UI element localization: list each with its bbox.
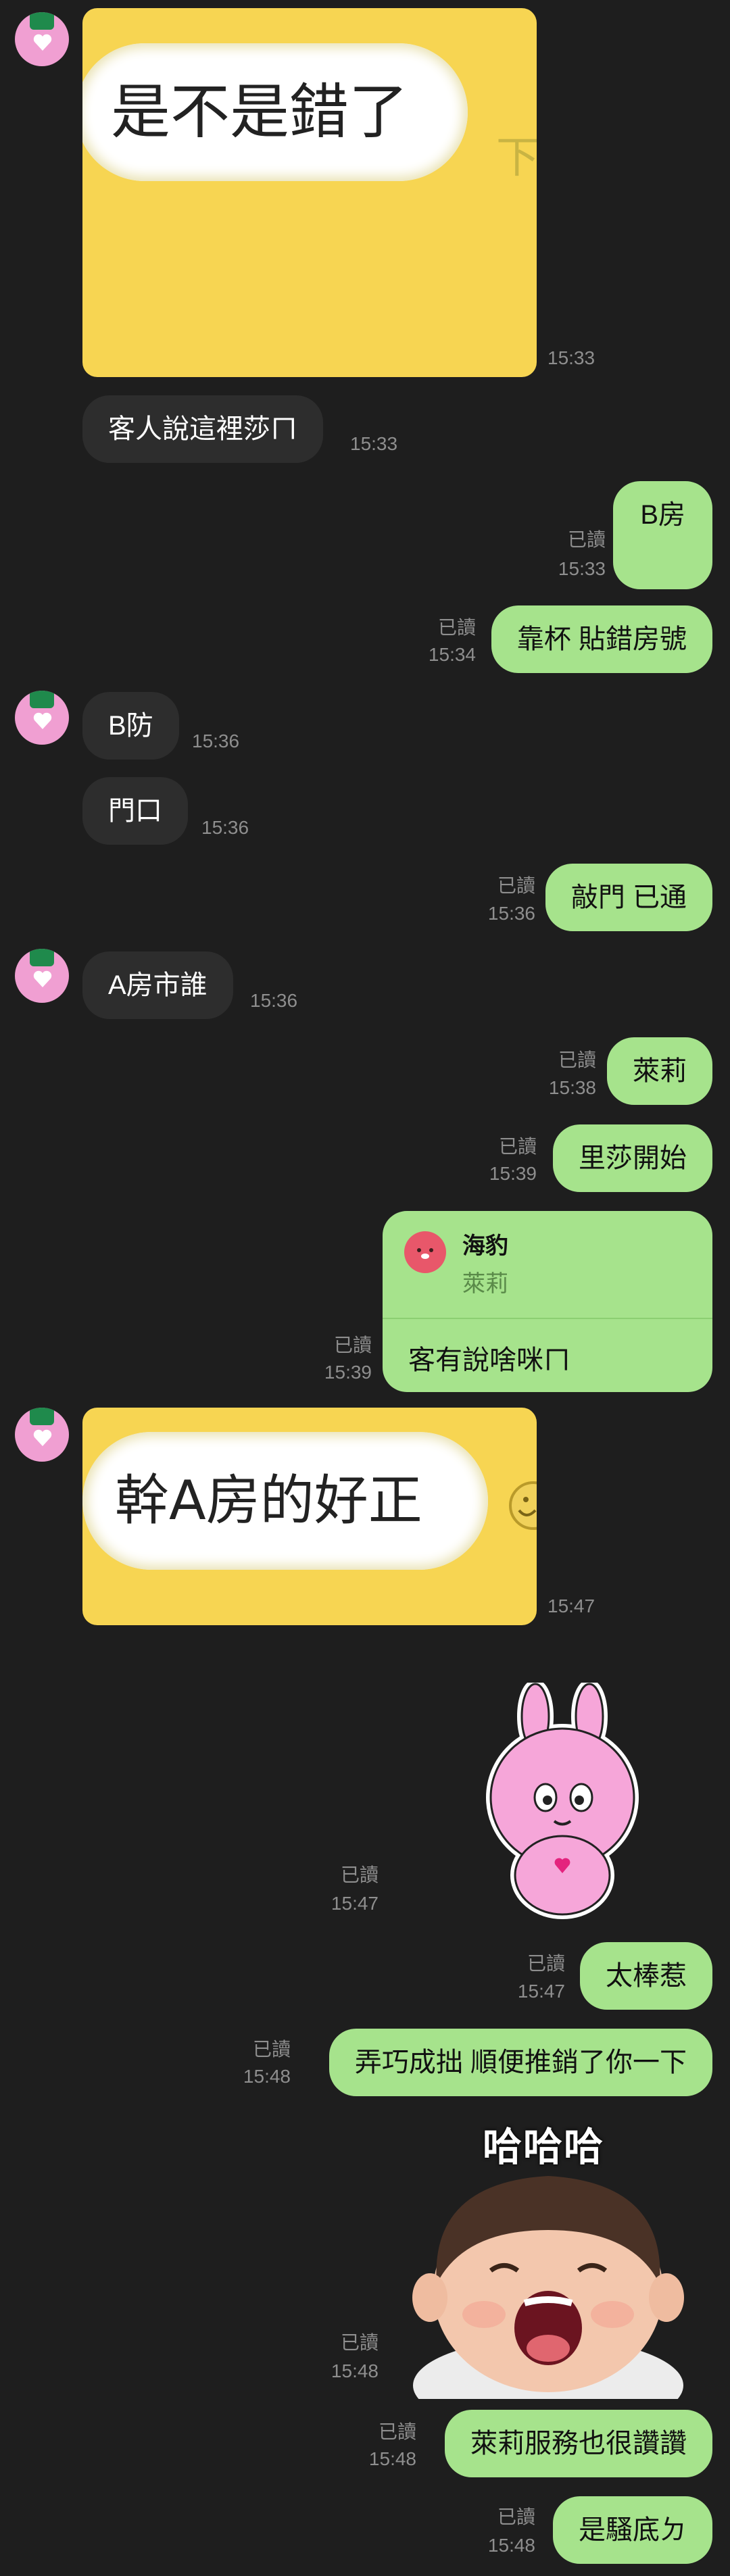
read-receipt: 已讀 — [558, 1049, 596, 1070]
seal-icon — [404, 1231, 446, 1273]
outgoing-message[interactable]: 太棒惹 — [580, 1942, 712, 2010]
timestamp: 15:36 — [250, 990, 298, 1011]
image-message-text: 是不是錯了 — [82, 43, 468, 181]
read-receipt: 已讀 — [252, 2039, 291, 2060]
read-receipt: 已讀 — [498, 1136, 537, 1157]
rabbit-sticker[interactable] — [481, 1679, 643, 1919]
timestamp: 15:48 — [331, 2360, 379, 2381]
heart-icon — [33, 712, 52, 729]
read-receipt: 已讀 — [567, 529, 606, 550]
reply-quoted-text: 萊莉 — [462, 1271, 508, 1297]
timestamp: 15:36 — [201, 817, 249, 838]
image-message[interactable]: 幹A房的好正 — [82, 1408, 537, 1625]
incoming-message[interactable]: 客人說這裡莎ㄇ — [82, 395, 323, 463]
timestamp: 15:36 — [192, 730, 240, 751]
timestamp: 15:39 — [489, 1163, 537, 1184]
timestamp: 15:33 — [350, 433, 398, 454]
laughing-baby-sticker[interactable]: 哈哈哈 — [403, 2115, 694, 2399]
timestamp: 15:38 — [548, 1077, 596, 1098]
timestamp: 15:39 — [324, 1362, 372, 1383]
timestamp: 15:33 — [548, 347, 595, 368]
pink-rabbit-sticker-icon — [486, 1679, 639, 1919]
timestamp: 15:48 — [243, 2066, 291, 2087]
reply-sender-name: 海豹 — [462, 1233, 508, 1259]
smiley-icon — [509, 1481, 537, 1530]
read-receipt: 已讀 — [437, 617, 476, 638]
timestamp: 15:47 — [331, 1893, 379, 1914]
outgoing-message[interactable]: B房 — [613, 481, 712, 589]
timestamp: 15:47 — [517, 1981, 565, 2002]
incoming-message[interactable]: 門口 — [82, 777, 188, 845]
read-receipt: 已讀 — [527, 1953, 565, 1974]
reply-quote-block[interactable]: 海豹 萊莉 — [383, 1211, 712, 1319]
read-receipt: 已讀 — [340, 1864, 379, 1885]
timestamp: 15:33 — [558, 558, 606, 579]
outgoing-message[interactable]: 萊莉 — [607, 1037, 712, 1105]
incoming-message[interactable]: B防 — [82, 692, 179, 760]
contact-avatar[interactable] — [15, 691, 69, 745]
contact-avatar[interactable] — [15, 12, 69, 66]
timestamp: 15:48 — [487, 2535, 535, 2556]
contact-avatar[interactable] — [15, 1408, 69, 1462]
heart-icon — [33, 1429, 52, 1446]
heart-icon — [33, 34, 52, 51]
avatar-hat — [30, 1408, 54, 1425]
read-receipt: 已讀 — [378, 2421, 416, 2442]
image-message-text: 幹A房的好正 — [82, 1432, 488, 1570]
outgoing-message[interactable]: 弄巧成拙 順便推銷了你一下 — [328, 2029, 712, 2096]
outgoing-message[interactable]: 里莎開始 — [553, 1124, 712, 1192]
read-receipt: 已讀 — [497, 875, 535, 896]
reply-message[interactable]: 海豹 萊莉 客有說啥咪ㄇ — [383, 1211, 712, 1392]
timestamp: 15:47 — [548, 1595, 595, 1616]
avatar-hat — [30, 12, 54, 30]
read-receipt: 已讀 — [333, 1335, 372, 1356]
heart-icon — [33, 970, 52, 987]
image-message-edge-text: 下 — [496, 133, 537, 182]
image-message[interactable]: 是不是錯了 下 — [82, 8, 537, 377]
laughing-baby-icon — [412, 2176, 684, 2399]
outgoing-message[interactable]: 靠杯 貼錯房號 — [491, 605, 712, 673]
outgoing-message[interactable]: 敲門 已通 — [545, 864, 712, 931]
timestamp: 15:48 — [368, 2448, 416, 2469]
timestamp: 15:34 — [428, 644, 476, 665]
read-receipt: 已讀 — [340, 2332, 379, 2353]
timestamp: 15:36 — [487, 903, 535, 924]
seal-face-icon — [417, 1248, 433, 1259]
incoming-message[interactable]: A房市誰 — [82, 951, 233, 1019]
avatar-hat — [30, 949, 54, 966]
outgoing-message[interactable]: 是騷底ㄉ — [553, 2496, 712, 2564]
read-receipt: 已讀 — [497, 2506, 535, 2527]
contact-avatar[interactable] — [15, 949, 69, 1003]
reply-message-text: 客有說啥咪ㄇ — [408, 1345, 570, 1375]
outgoing-message[interactable]: 萊莉服務也很讚讚 — [445, 2410, 712, 2477]
avatar-hat — [30, 691, 54, 708]
